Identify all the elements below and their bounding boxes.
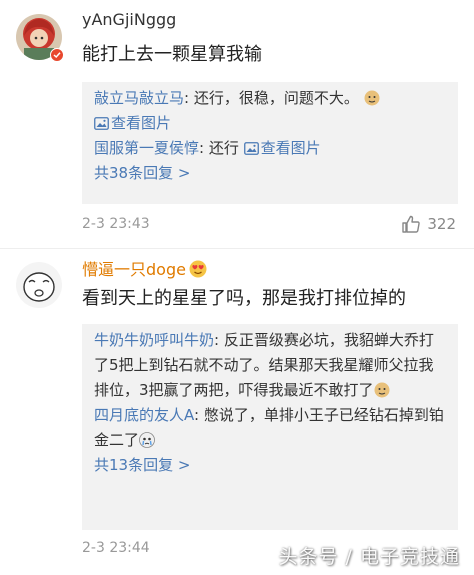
reply-separator: : xyxy=(199,139,209,157)
reply-author[interactable]: 国服第一夏侯惇 xyxy=(94,139,199,157)
reply-item[interactable]: 国服第一夏侯惇: 还行 查看图片 xyxy=(94,136,448,161)
reply-item[interactable]: 敲立马敲立马: 还行，很稳，问题不大。 查看图片 xyxy=(94,86,448,136)
reply-box[interactable]: 敲立马敲立马: 还行，很稳，问题不大。 查看图片 国服第一夏侯惇: 还行 查看图… xyxy=(82,82,458,204)
comment-text: 能打上去一颗星算我输 xyxy=(82,44,262,65)
reply-author[interactable]: 四月底的友人A xyxy=(94,406,194,424)
reply-item[interactable]: 四月底的友人A: 憋说了，单排小王子已经钻石掉到铂金二了 xyxy=(94,403,448,453)
like-count: 322 xyxy=(427,215,456,233)
avatar[interactable] xyxy=(16,262,62,308)
timestamp: 2-3 23:43 xyxy=(82,216,150,232)
username[interactable]: yAnGjiNggg xyxy=(82,10,176,30)
like-button[interactable]: 322 xyxy=(401,214,456,234)
reply-separator: : xyxy=(194,406,204,424)
comment-footer: 2-3 23:43 322 xyxy=(82,214,458,238)
cry-emoji-icon xyxy=(139,432,155,448)
comment-text: 看到天上的星星了吗，那是我打排位掉的 xyxy=(82,288,406,309)
reply-text: 还行 xyxy=(208,139,244,157)
reply-item[interactable]: 牛奶牛奶呼叫牛奶: 反正晋级赛必坑，我貂蝉大乔打了5把上到钻石就不动了。结果那天… xyxy=(94,328,448,403)
divider xyxy=(0,248,474,249)
heart-eyes-emoji-icon xyxy=(189,260,207,278)
view-image-link[interactable]: 查看图片 xyxy=(94,114,171,132)
reply-separator: : xyxy=(184,89,194,107)
reply-separator: : xyxy=(214,331,224,349)
timestamp: 2-3 23:44 xyxy=(82,540,150,556)
username[interactable]: 懵逼一只doge xyxy=(82,260,207,280)
reply-author[interactable]: 敲立马敲立马 xyxy=(94,89,184,107)
verified-badge-icon xyxy=(50,48,64,62)
doge-emoji-icon xyxy=(364,90,380,106)
watermark: 头条号 / 电子竞技通 xyxy=(278,546,460,568)
reply-author[interactable]: 牛奶牛奶呼叫牛奶 xyxy=(94,331,214,349)
reply-text: 还行，很稳，问题不大。 xyxy=(193,89,359,107)
more-replies-link[interactable]: 共38条回复 > xyxy=(94,161,448,186)
more-replies-link[interactable]: 共13条回复 > xyxy=(94,453,448,478)
image-icon xyxy=(243,142,259,155)
image-icon xyxy=(94,117,109,130)
doge-emoji-icon xyxy=(374,382,390,398)
thumbs-up-icon xyxy=(402,215,421,233)
reply-box[interactable]: 牛奶牛奶呼叫牛奶: 反正晋级赛必坑，我貂蝉大乔打了5把上到钻石就不动了。结果那天… xyxy=(82,324,458,530)
view-image-link[interactable]: 查看图片 xyxy=(243,139,321,157)
